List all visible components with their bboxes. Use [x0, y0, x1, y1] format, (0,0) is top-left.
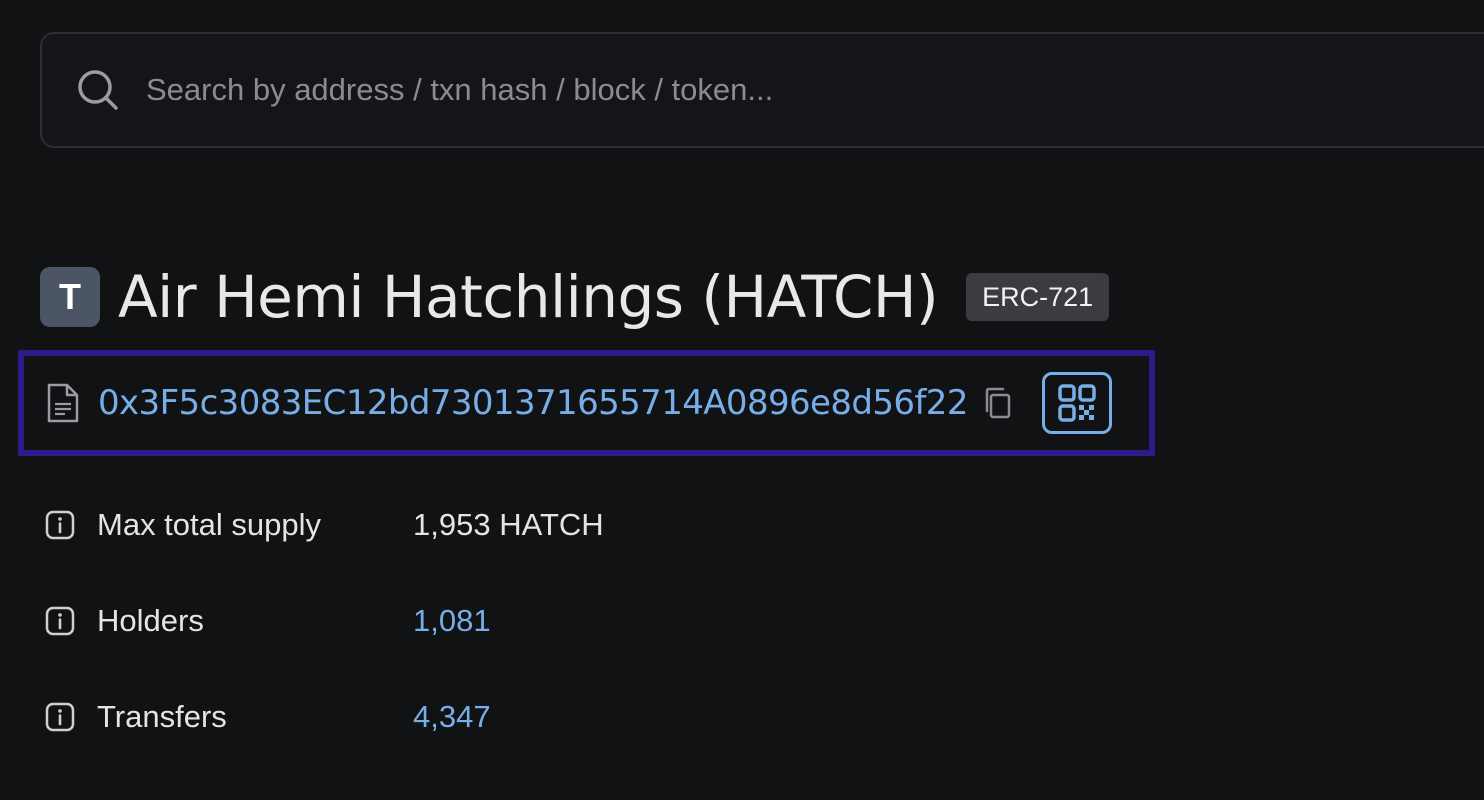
detail-label: Holders: [97, 603, 204, 638]
transfers-link[interactable]: 4,347: [413, 699, 491, 735]
token-type-badge: ERC-721: [966, 273, 1110, 321]
copy-icon[interactable]: [982, 387, 1012, 419]
detail-label: Transfers: [97, 699, 227, 734]
detail-row-max-supply: Max total supply 1,953 HATCH: [44, 505, 604, 545]
detail-row-transfers: Transfers 4,347: [44, 697, 491, 737]
detail-label: Max total supply: [97, 507, 321, 542]
contract-document-icon: [47, 383, 79, 423]
search-input[interactable]: [146, 72, 1246, 108]
info-icon[interactable]: [44, 509, 76, 541]
holders-link[interactable]: 1,081: [413, 603, 491, 639]
contract-address-bar: 0x3F5c3083EC12bd7301371655714A0896e8d56f…: [18, 350, 1155, 456]
token-header: T Air Hemi Hatchlings (HATCH) ERC-721: [40, 262, 1110, 332]
search-bar[interactable]: [40, 32, 1484, 148]
search-icon: [78, 70, 118, 110]
token-avatar: T: [40, 267, 100, 327]
contract-address-link[interactable]: 0x3F5c3083EC12bd7301371655714A0896e8d56f…: [98, 383, 968, 423]
page-title: Air Hemi Hatchlings (HATCH): [118, 263, 939, 331]
qr-code-button[interactable]: [1041, 372, 1112, 434]
token-page: T Air Hemi Hatchlings (HATCH) ERC-721 0x…: [0, 0, 1484, 800]
info-icon[interactable]: [44, 701, 76, 733]
info-icon[interactable]: [44, 605, 76, 637]
qr-code-icon: [1058, 384, 1096, 422]
max-supply-value: 1,953 HATCH: [413, 507, 604, 542]
detail-row-holders: Holders 1,081: [44, 601, 491, 641]
